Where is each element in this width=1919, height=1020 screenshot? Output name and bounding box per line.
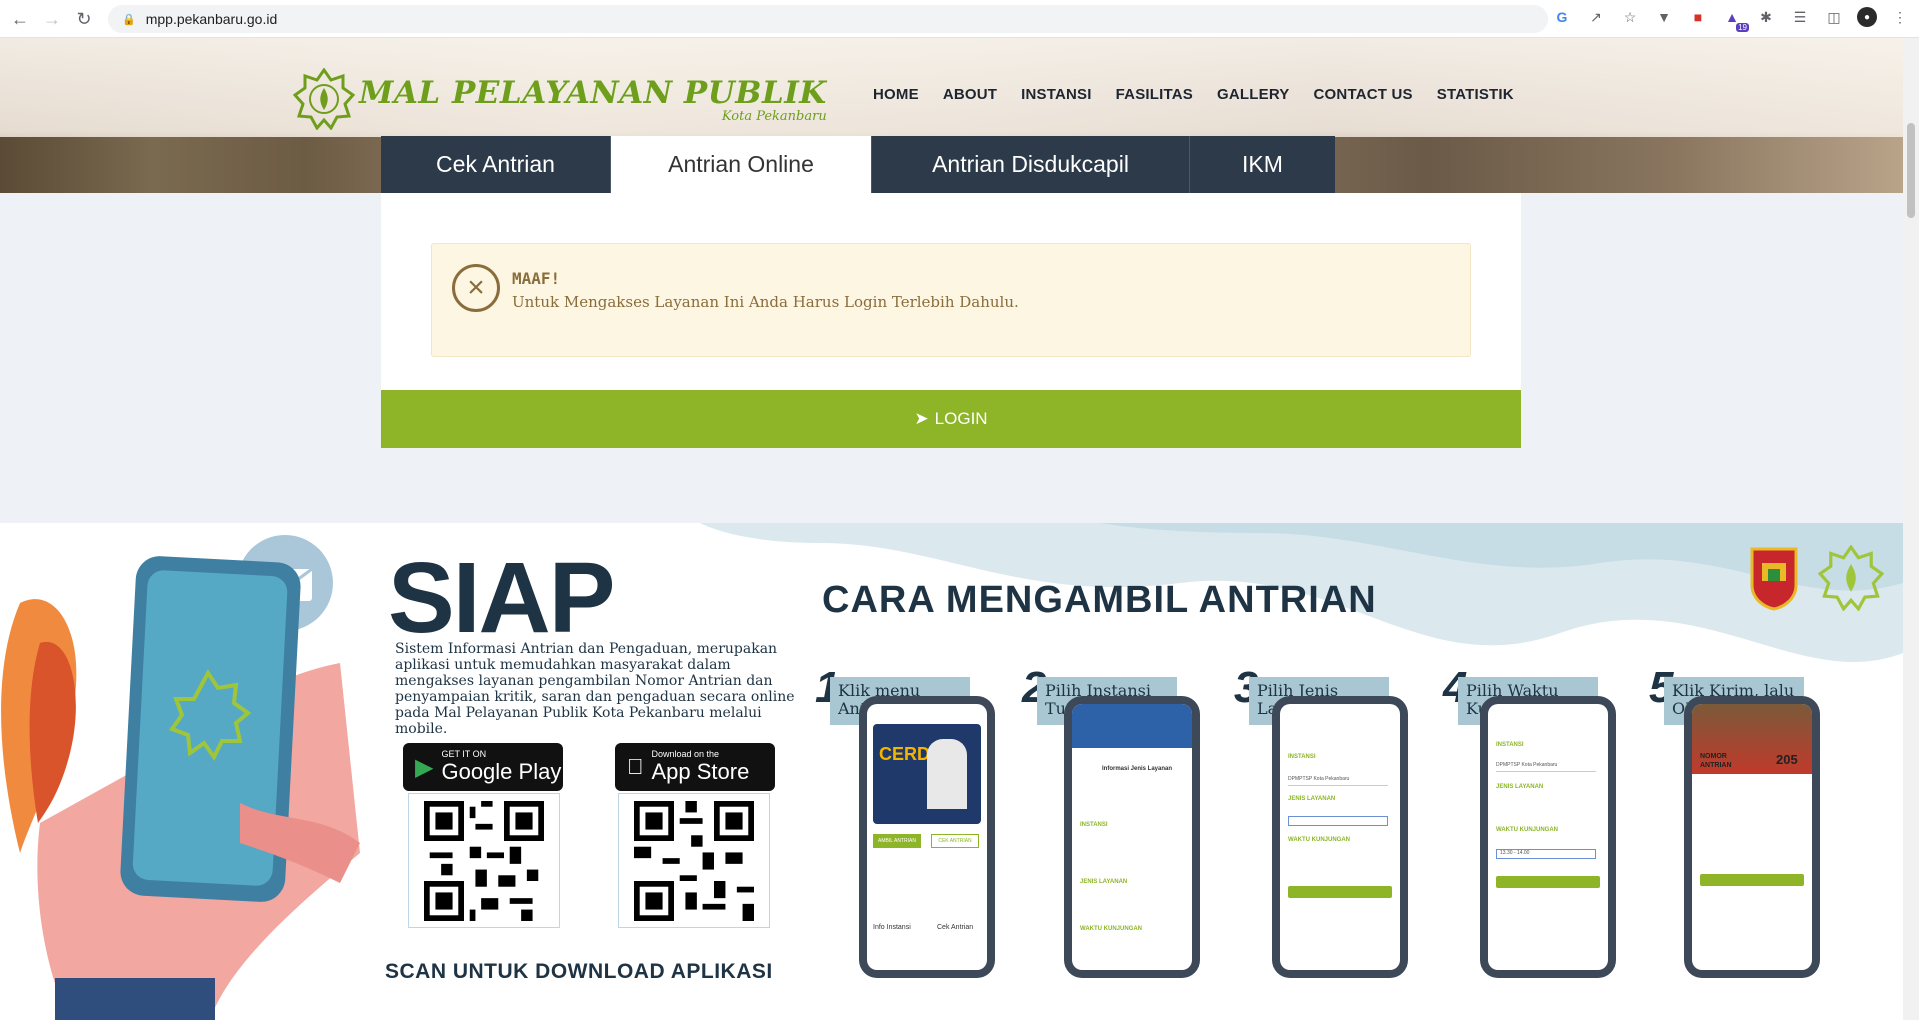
browser-toolbar: ← → ↻ 🔒 mpp.pekanbaru.go.id G ↗ ☆ ▼ ■ ▲ 1… — [0, 0, 1919, 38]
google-play-small-text: GET IT ON — [441, 749, 487, 759]
screen-text: 13.30 - 14.00 — [1496, 849, 1596, 859]
menu-icon[interactable]: ⋮ — [1889, 6, 1911, 28]
screen-text: WAKTU KUNJUNGAN — [1288, 837, 1350, 843]
phone-mockup-4: INSTANSI DPMPTSP Kota Pekanbaru JENIS LA… — [1480, 696, 1616, 978]
logo-title: MAL PELAYANAN PUBLIK — [359, 74, 827, 111]
star-icon[interactable]: ☆ — [1619, 6, 1641, 28]
screen-text: NOMOR ANTRIAN — [1700, 753, 1732, 769]
nav-gallery[interactable]: GALLERY — [1217, 86, 1290, 103]
screen-text: JENIS LAYANAN — [1496, 784, 1544, 790]
google-play-big-text: Google Play — [441, 759, 562, 784]
media-icon[interactable]: ☰ — [1789, 6, 1811, 28]
tab-cek-antrian[interactable]: Cek Antrian — [381, 136, 611, 193]
tab-antrian-online[interactable]: Antrian Online — [611, 136, 872, 193]
browser-actions: G ↗ ☆ ▼ ■ ▲ 19 ✱ ☰ ◫ ● ⋮ — [1551, 6, 1911, 32]
tab-antrian-disdukcapil[interactable]: Antrian Disdukcapil — [872, 136, 1190, 193]
pekanbaru-emblem-icon — [1750, 547, 1798, 611]
qr-code-icon — [424, 800, 544, 921]
siap-banner: SIAP Sistem Informasi Antrian dan Pengad… — [0, 523, 1903, 1020]
send-icon: ➤ — [914, 409, 929, 428]
scan-download-text: SCAN UNTUK DOWNLOAD APLIKASI — [385, 960, 773, 983]
extension-badge: 19 — [1736, 23, 1749, 32]
screen-text: JENIS LAYANAN — [1288, 796, 1336, 802]
cara-mengambil-heading: CARA MENGAMBIL ANTRIAN — [822, 579, 1377, 621]
main-nav: HOME ABOUT INSTANSI FASILITAS GALLERY CO… — [873, 86, 1514, 103]
hand-phone-illustration — [1, 535, 360, 1020]
screen-text: WAKTU KUNJUNGAN — [1496, 827, 1558, 833]
screen-text: INSTANSI — [1080, 822, 1108, 828]
screen-text: WAKTU KUNJUNGAN — [1080, 926, 1142, 932]
screen-text: Cek Antrian — [937, 924, 974, 931]
siap-description: Sistem Informasi Antrian dan Pengaduan, … — [395, 641, 795, 737]
phone-mockup-1: CERDAS AMBIL ANTRIAN CEK ANTRIAN Info In… — [859, 696, 995, 978]
nav-contact-us[interactable]: CONTACT US — [1314, 86, 1413, 103]
tab-ikm[interactable]: IKM — [1190, 136, 1335, 193]
reload-icon[interactable]: ↻ — [70, 5, 98, 33]
site-logo[interactable]: MAL PELAYANAN PUBLIK Kota Pekanbaru — [293, 68, 827, 130]
forward-icon[interactable]: → — [38, 5, 66, 33]
scrollbar-thumb[interactable] — [1907, 123, 1915, 218]
phone-mockup-3: INSTANSI DPMPTSP Kota Pekanbaru JENIS LA… — [1272, 696, 1408, 978]
address-bar[interactable]: 🔒 mpp.pekanbaru.go.id — [108, 5, 1548, 33]
google-play-badge[interactable]: ▶ GET IT ON Google Play — [403, 743, 563, 791]
nav-about[interactable]: ABOUT — [943, 86, 997, 103]
screen-text: DPMPTSP Kota Pekanbaru — [1496, 762, 1596, 772]
screen-text: INSTANSI — [1496, 742, 1524, 748]
screen-button: AMBIL ANTRIAN — [873, 834, 921, 848]
puzzle-icon[interactable]: ✱ — [1755, 6, 1777, 28]
nav-home[interactable]: HOME — [873, 86, 919, 103]
extension-v-icon[interactable]: ▼ — [1653, 6, 1675, 28]
share-icon[interactable]: ↗ — [1585, 6, 1607, 28]
screen-button: CEK ANTRIAN — [931, 834, 979, 848]
google-icon[interactable]: G — [1551, 6, 1573, 28]
antrian-online-panel: × MAAF! Untuk Mengakses Layanan Ini Anda… — [381, 193, 1521, 448]
app-store-small-text: Download on the — [635, 749, 720, 759]
extension-badge-icon[interactable]: ▲ 19 — [1721, 6, 1749, 32]
app-store-qr — [618, 793, 770, 928]
alert-message: Untuk Mengakses Layanan Ini Anda Harus L… — [512, 293, 1019, 311]
google-play-qr — [408, 793, 560, 928]
nav-fasilitas[interactable]: FASILITAS — [1116, 86, 1193, 103]
lock-icon: 🔒 — [122, 13, 136, 26]
nav-statistik[interactable]: STATISTIK — [1437, 86, 1514, 103]
phone-mockup-5: NOMOR ANTRIAN 205 — [1684, 696, 1820, 978]
back-icon[interactable]: ← — [6, 5, 34, 33]
close-circle-icon: × — [452, 264, 500, 312]
qr-code-icon — [634, 800, 754, 921]
page-scrollbar[interactable] — [1903, 38, 1919, 1020]
mpp-logo-icon — [293, 68, 355, 130]
screen-text: Informasi Jenis Layanan — [1102, 766, 1173, 772]
screen-text: DPMPTSP Kota Pekanbaru — [1288, 776, 1388, 786]
screen-number: 205 — [1776, 752, 1798, 767]
logo-subtitle: Kota Pekanbaru — [721, 108, 827, 124]
extension-red-icon[interactable]: ■ — [1687, 6, 1709, 28]
url-text: mpp.pekanbaru.go.id — [145, 11, 278, 27]
app-store-badge[interactable]:  Download on theApp Store — [615, 743, 775, 791]
login-button[interactable]: ➤ LOGIN — [381, 390, 1521, 448]
screen-text: JENIS LAYANAN — [1080, 879, 1128, 885]
screen-text: INSTANSI — [1288, 754, 1316, 760]
app-store-big-text: App Store — [635, 759, 750, 784]
nav-instansi[interactable]: INSTANSI — [1021, 86, 1092, 103]
siap-title: SIAP — [388, 542, 615, 654]
apple-icon:  — [627, 754, 644, 780]
login-label: LOGIN — [934, 409, 988, 428]
mpp-emblem-icon — [1818, 545, 1884, 611]
screen-text: Info Instansi — [873, 924, 911, 931]
phone-mockup-2: Informasi Jenis Layanan INSTANSI JENIS L… — [1064, 696, 1200, 978]
sidepanel-icon[interactable]: ◫ — [1823, 6, 1845, 28]
google-play-icon: ▶ — [415, 753, 434, 781]
login-required-alert: × MAAF! Untuk Mengakses Layanan Ini Anda… — [431, 243, 1471, 357]
profile-avatar[interactable]: ● — [1857, 7, 1877, 27]
service-tabs: Cek Antrian Antrian Online Antrian Disdu… — [381, 136, 1335, 193]
alert-title: MAAF! — [512, 269, 561, 288]
